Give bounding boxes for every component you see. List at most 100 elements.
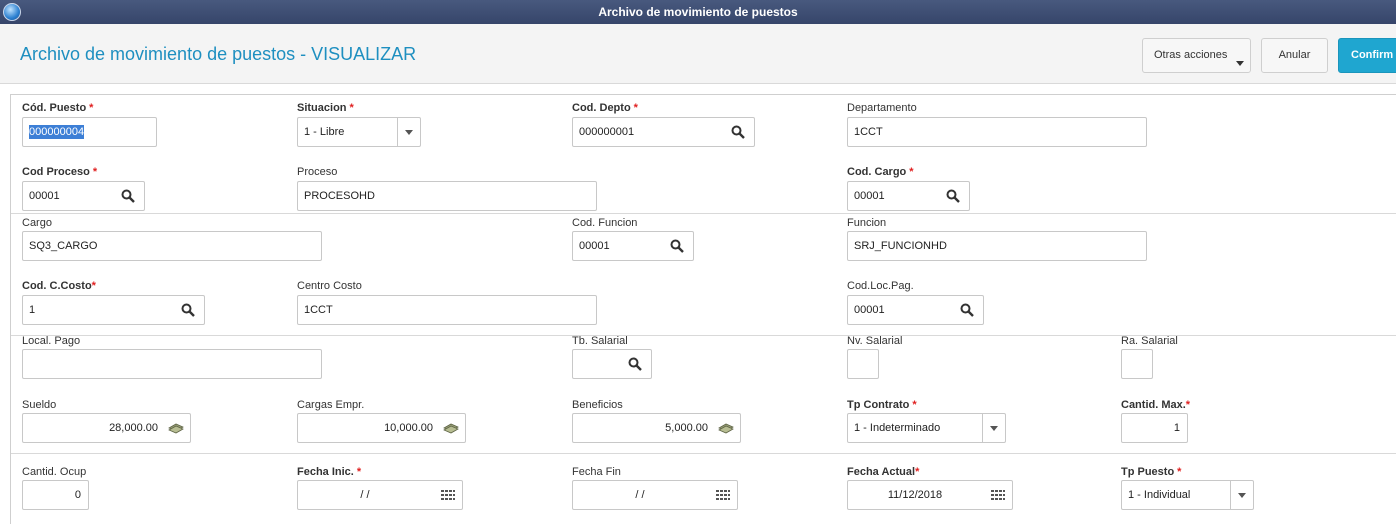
cod-funcion-input[interactable]: 00001 (572, 231, 694, 261)
tp-contrato-select[interactable]: 1 - Indeterminado (847, 413, 1006, 443)
situacion-label: Situacion * (297, 102, 354, 114)
tb-salarial-label: Tb. Salarial (572, 335, 628, 347)
cod-depto-value: 000000001 (579, 126, 635, 138)
cod-puesto-label: Cód. Puesto * (22, 102, 94, 114)
tp-puesto-value: 1 - Individual (1128, 489, 1191, 501)
cod-funcion-label: Cod. Funcion (572, 217, 638, 229)
cod-puesto-value: 000000004 (29, 125, 85, 139)
calendar-icon[interactable] (990, 488, 1006, 502)
fecha-inic-value: / / (360, 489, 370, 501)
search-icon[interactable] (181, 303, 195, 317)
section-divider (11, 453, 1396, 454)
chevron-down-icon[interactable] (405, 130, 413, 135)
cargas-empr-value: 10,000.00 (384, 422, 433, 434)
page-title: Archivo de movimiento de puestos - VISUA… (20, 44, 417, 64)
tp-puesto-select[interactable]: 1 - Individual (1121, 480, 1254, 510)
fecha-fin-value: / / (635, 489, 645, 501)
search-icon[interactable] (960, 303, 974, 317)
ra-salarial-input[interactable] (1121, 349, 1153, 379)
cod-cargo-label: Cod. Cargo * (847, 166, 914, 178)
chevron-down-icon[interactable] (990, 426, 998, 431)
nv-salarial-input[interactable] (847, 349, 879, 379)
select-divider (982, 414, 983, 442)
chevron-down-icon[interactable] (1238, 493, 1246, 498)
fecha-actual-input[interactable]: 11/12/2018 (847, 480, 1013, 510)
funcion-label: Funcion (847, 217, 887, 229)
cantid-max-input[interactable]: 1 (1121, 413, 1188, 443)
fecha-inic-label: Fecha Inic. * (297, 466, 362, 478)
fecha-actual-value: 11/12/2018 (887, 489, 943, 501)
local-pago-label: Local. Pago (22, 335, 81, 347)
fecha-fin-input[interactable]: / / (572, 480, 738, 510)
departamento-input[interactable]: 1CCT (847, 117, 1147, 147)
beneficios-input[interactable]: 5,000.00 (572, 413, 741, 443)
funcion-input[interactable]: SRJ_FUNCIONHD (847, 231, 1147, 261)
tp-contrato-label: Tp Contrato * (847, 399, 917, 411)
app-logo-icon (3, 3, 21, 21)
section-divider (11, 213, 1396, 214)
cod-loc-pag-value: 00001 (854, 304, 885, 316)
select-divider (1230, 481, 1231, 509)
search-icon[interactable] (628, 357, 642, 371)
fecha-actual-label: Fecha Actual* (847, 466, 920, 478)
form-frame (10, 94, 1396, 524)
search-icon[interactable] (731, 125, 745, 139)
cod-proceso-value: 00001 (29, 190, 60, 202)
cod-depto-label: Cod. Depto * (572, 102, 638, 114)
cod-loc-pag-input[interactable]: 00001 (847, 295, 984, 325)
cod-ccosto-value: 1 (29, 304, 36, 316)
departamento-label: Departamento (847, 102, 917, 114)
fecha-inic-input[interactable]: / / (297, 480, 463, 510)
cod-proceso-input[interactable]: 00001 (22, 181, 145, 211)
sueldo-value: 28,000.00 (109, 422, 158, 434)
page-header: Archivo de movimiento de puestos - VISUA… (0, 24, 1396, 84)
chevron-down-icon (1236, 61, 1244, 66)
cantid-ocup-input[interactable]: 0 (22, 480, 89, 510)
window-title: Archivo de movimiento de puestos (598, 5, 798, 19)
calendar-icon[interactable] (440, 488, 456, 502)
proceso-label: Proceso (297, 166, 338, 178)
cod-ccosto-input[interactable]: 1 (22, 295, 205, 325)
centro-costo-label: Centro Costo (297, 280, 362, 292)
situacion-select[interactable]: 1 - Libre (297, 117, 421, 147)
calendar-icon[interactable] (715, 488, 731, 502)
cargo-label: Cargo (22, 217, 52, 229)
situacion-value: 1 - Libre (304, 126, 345, 138)
tp-contrato-value: 1 - Indeterminado (854, 422, 941, 434)
local-pago-input[interactable] (22, 349, 322, 379)
cod-ccosto-label: Cod. C.Costo* (22, 280, 96, 292)
other-actions-button[interactable]: Otras acciones (1142, 38, 1251, 73)
cod-loc-pag-label: Cod.Loc.Pag. (847, 280, 914, 292)
centro-costo-input[interactable]: 1CCT (297, 295, 597, 325)
select-divider (397, 118, 398, 146)
ra-salarial-label: Ra. Salarial (1121, 335, 1178, 347)
confirm-button[interactable]: Confirm (1338, 38, 1396, 73)
cod-funcion-value: 00001 (579, 240, 610, 252)
cargas-empr-input[interactable]: 10,000.00 (297, 413, 466, 443)
other-actions-label: Otras acciones (1154, 49, 1228, 61)
fecha-fin-label: Fecha Fin (572, 466, 621, 478)
cod-cargo-input[interactable]: 00001 (847, 181, 970, 211)
cancel-button[interactable]: Anular (1261, 38, 1328, 73)
search-icon[interactable] (670, 239, 684, 253)
cod-puesto-input[interactable]: 000000004 (22, 117, 157, 147)
section-divider (11, 335, 1396, 336)
cargo-input[interactable]: SQ3_CARGO (22, 231, 322, 261)
tb-salarial-input[interactable] (572, 349, 652, 379)
money-icon[interactable] (717, 421, 735, 435)
sueldo-input[interactable]: 28,000.00 (22, 413, 191, 443)
money-icon[interactable] (167, 421, 185, 435)
cantid-ocup-label: Cantid. Ocup (22, 466, 87, 478)
tp-puesto-label: Tp Puesto * (1121, 466, 1182, 478)
form-area: Cód. Puesto * 000000004 Situacion * 1 - Li… (0, 84, 1396, 524)
sueldo-label: Sueldo (22, 399, 57, 411)
beneficios-label: Beneficios (572, 399, 623, 411)
search-icon[interactable] (946, 189, 960, 203)
nv-salarial-label: Nv. Salarial (847, 335, 903, 347)
money-icon[interactable] (442, 421, 460, 435)
cargas-empr-label: Cargas Empr. (297, 399, 365, 411)
cantid-max-label: Cantid. Max.* (1121, 399, 1191, 411)
proceso-input[interactable]: PROCESOHD (297, 181, 597, 211)
search-icon[interactable] (121, 189, 135, 203)
cod-depto-input[interactable]: 000000001 (572, 117, 755, 147)
